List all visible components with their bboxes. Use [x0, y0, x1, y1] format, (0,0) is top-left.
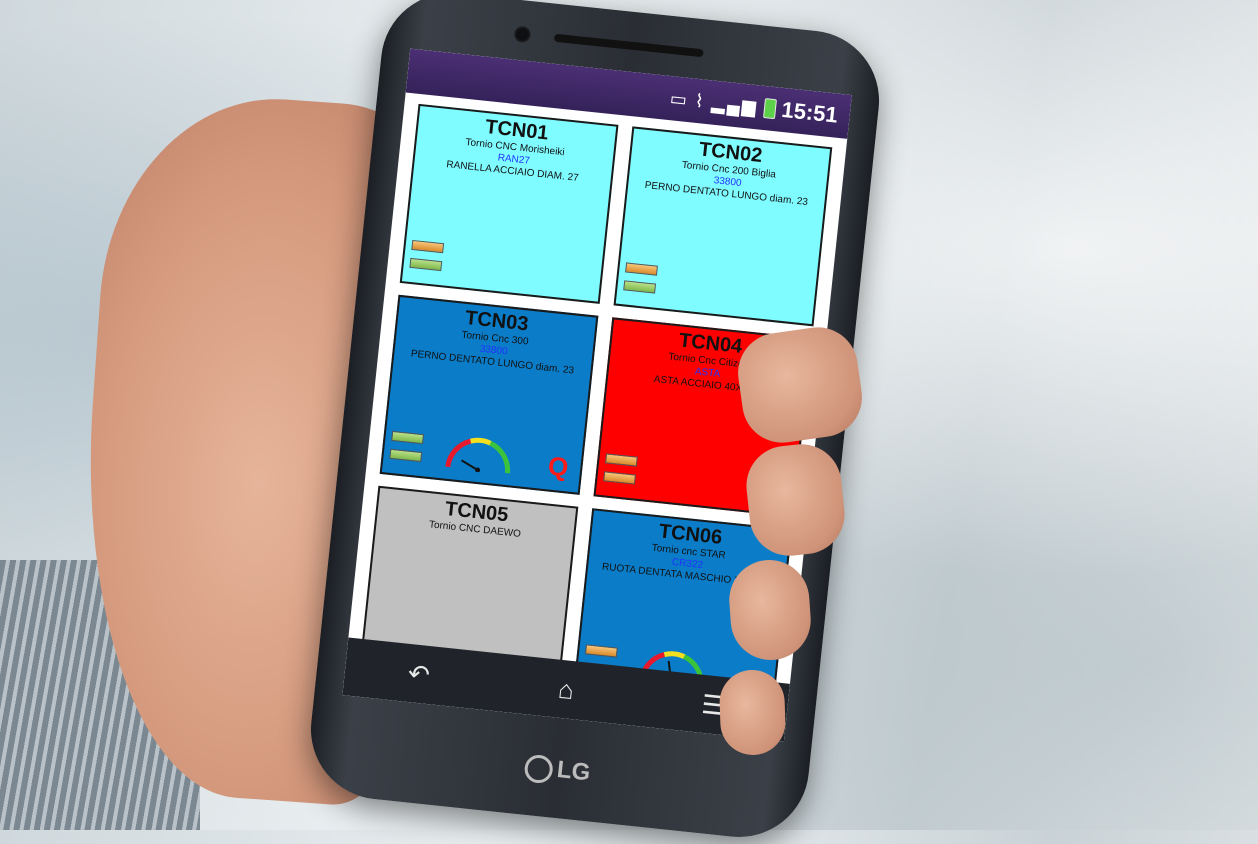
status-clock: 15:51 [780, 96, 839, 128]
orange-status-bar [584, 644, 618, 658]
front-camera [513, 25, 532, 44]
wifi-icon: ⌇ [693, 90, 707, 112]
green-status-bar [391, 430, 425, 445]
orange-status-bar [605, 453, 638, 467]
status-bars [623, 254, 659, 294]
status-bars [389, 423, 425, 463]
green-status-bar [409, 257, 443, 272]
finger [718, 668, 787, 757]
vibrate-icon: ▭ [668, 87, 690, 110]
earpiece-speaker [553, 33, 704, 58]
green-status-bar [389, 448, 423, 463]
signal-icon: ▂▄▆ [710, 92, 759, 117]
green-status-bar [623, 280, 657, 294]
orange-status-bar [411, 239, 445, 254]
orange-status-bar [625, 262, 658, 276]
home-icon[interactable]: ⌂ [535, 671, 598, 708]
quality-alert-label: Q [546, 450, 570, 483]
back-icon[interactable]: ↶ [388, 655, 451, 692]
status-bars [603, 445, 639, 485]
lg-logo-icon [523, 753, 555, 785]
finger [742, 440, 849, 560]
status-bars [409, 232, 445, 272]
speed-gauge-icon [445, 437, 511, 474]
machine-tile-tcn01[interactable]: TCN01 Tornio CNC Morisheiki RAN27 RANELL… [399, 103, 619, 304]
brand-name: LG [555, 756, 592, 787]
battery-icon [762, 98, 777, 120]
machine-tile-tcn03[interactable]: TCN03 Tornio Cnc 300 33800 PERNO DENTATO… [379, 294, 599, 495]
machine-tile-tcn02[interactable]: TCN02 Tornio Cnc 200 Biglia 33800 PERNO … [613, 126, 833, 327]
orange-status-bar [603, 471, 636, 485]
